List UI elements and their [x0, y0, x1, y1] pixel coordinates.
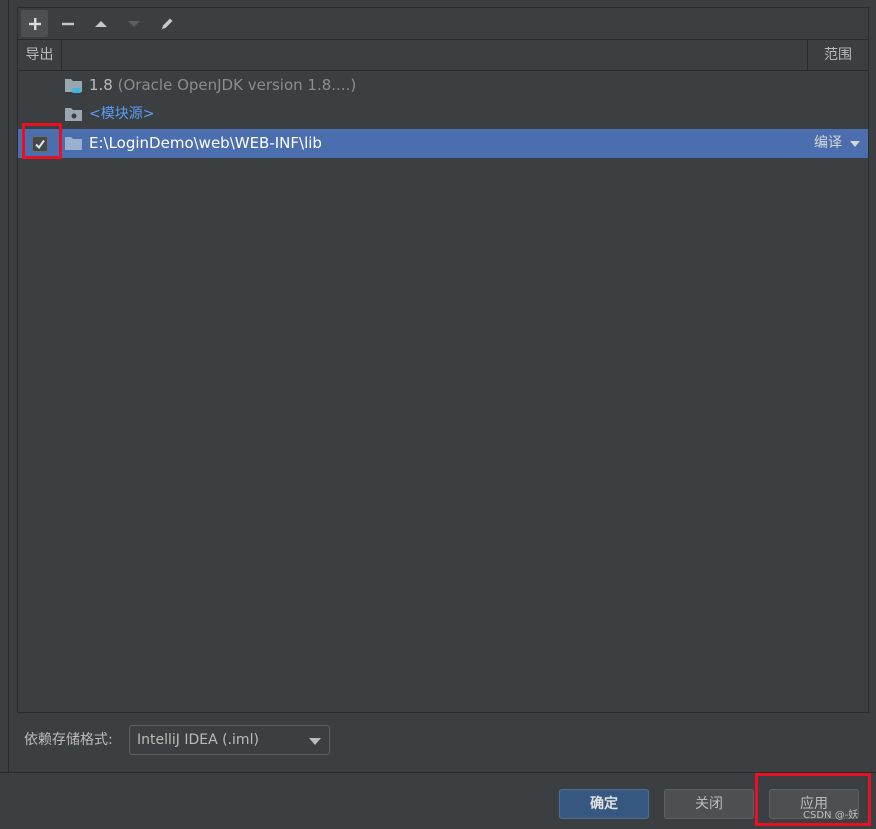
table-row-jdk[interactable]: 1.8 (Oracle OpenJDK version 1.8....) — [18, 71, 868, 100]
close-button[interactable]: 关闭 — [664, 789, 754, 819]
jdk-detail: (Oracle OpenJDK version 1.8....) — [117, 76, 357, 94]
edit-button[interactable] — [153, 10, 180, 37]
move-up-button[interactable] — [87, 10, 114, 37]
column-header-scope[interactable]: 范围 — [807, 40, 868, 70]
jdk-version: 1.8 — [89, 76, 113, 94]
minus-icon — [61, 22, 74, 25]
chevron-down-icon — [850, 140, 860, 147]
table-header: 导出 范围 — [18, 40, 868, 71]
lib-path-label: E:\LoginDemo\web\WEB-INF\lib — [89, 134, 322, 152]
watermark: CSDN @-妖 — [803, 810, 859, 821]
remove-button[interactable] — [54, 10, 81, 37]
dependencies-table: 导出 范围 1.8 (Oracle OpenJDK version 1.8...… — [17, 39, 869, 713]
module-source-folder-icon — [65, 108, 82, 121]
plus-icon — [28, 17, 41, 30]
pencil-icon — [160, 18, 172, 30]
jdk-folder-icon — [65, 79, 82, 93]
highlight-box-checkbox — [22, 123, 62, 159]
dependencies-dialog: 导出 范围 1.8 (Oracle OpenJDK version 1.8...… — [0, 0, 876, 829]
move-down-button[interactable] — [120, 10, 147, 37]
storage-format-select[interactable]: IntelliJ IDEA (.iml) — [129, 725, 330, 755]
chevron-down-icon — [309, 738, 321, 745]
dialog-footer: 确定 关闭 应用 — [0, 773, 876, 829]
add-button[interactable] — [21, 10, 48, 37]
module-source-label: <模块源> — [89, 106, 155, 122]
scope-dropdown[interactable]: 编译 — [814, 129, 860, 158]
folder-icon — [65, 137, 82, 150]
storage-format-label: 依赖存储格式: — [24, 732, 113, 748]
left-divider — [8, 0, 9, 772]
table-row-module-source[interactable]: <模块源> — [18, 100, 868, 129]
ok-button[interactable]: 确定 — [559, 789, 649, 819]
jdk-label: 1.8 (Oracle OpenJDK version 1.8....) — [89, 71, 356, 100]
column-header-export[interactable]: 导出 — [18, 40, 62, 70]
arrow-down-icon — [127, 20, 140, 27]
storage-format-value: IntelliJ IDEA (.iml) — [137, 732, 259, 748]
table-row-lib[interactable]: E:\LoginDemo\web\WEB-INF\lib 编译 — [18, 129, 868, 158]
scope-value: 编译 — [814, 135, 842, 151]
dependencies-toolbar — [17, 7, 869, 39]
arrow-up-icon — [94, 20, 107, 27]
